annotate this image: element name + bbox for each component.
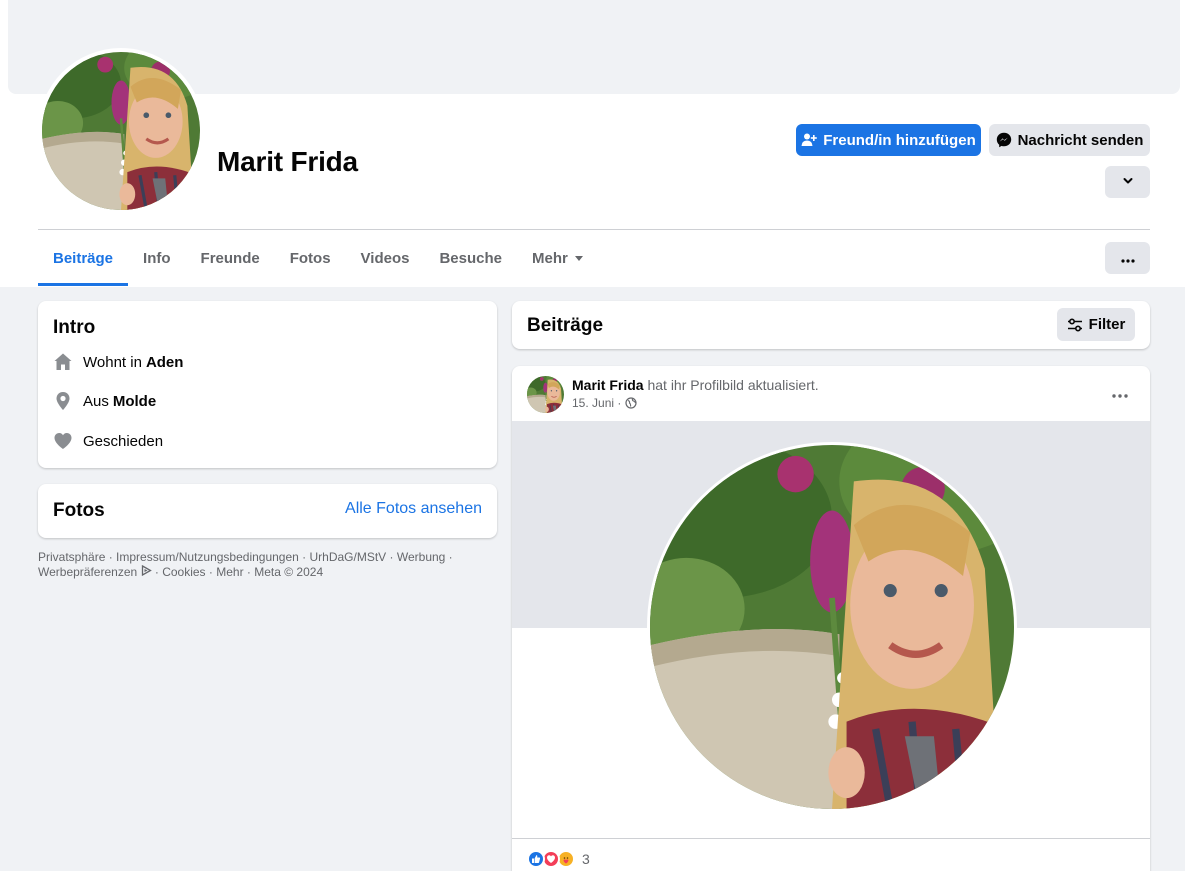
caret-down-icon [574, 255, 583, 261]
post-header-text: Marit Frida hat ihr Profilbild aktualisi… [572, 377, 819, 393]
add-friend-icon [801, 132, 818, 148]
profile-options-dropdown[interactable] [1105, 166, 1150, 198]
tab-info[interactable]: Info [128, 230, 186, 286]
see-all-photos-link[interactable]: Alle Fotos ansehen [345, 500, 482, 518]
intro-lives-in-value[interactable]: Aden [146, 354, 184, 371]
filter-label: Filter [1088, 316, 1126, 333]
post-options-button[interactable] [1106, 380, 1134, 408]
intro-from-value[interactable]: Molde [113, 393, 156, 410]
intro-title: Intro [53, 317, 96, 338]
tab-friends[interactable]: Freunde [186, 230, 275, 286]
profile-picture[interactable] [38, 48, 204, 214]
page-footer: Privatsphäre · Impressum/Nutzungsbedingu… [38, 550, 453, 579]
like-reaction-icon [527, 850, 545, 868]
filter-sliders-icon [1067, 317, 1083, 333]
post-reactions[interactable]: 3 [527, 850, 590, 868]
tab-more[interactable]: Mehr [517, 230, 598, 286]
home-icon [53, 352, 73, 372]
post-date[interactable]: 15. Juni [572, 396, 614, 410]
footer-link-ads[interactable]: Werbung [397, 550, 445, 564]
intro-lives-in-prefix: Wohnt in [83, 353, 142, 371]
more-dots-icon [1120, 250, 1135, 267]
location-pin-icon [53, 391, 73, 411]
heart-icon [53, 431, 73, 451]
intro-card: Intro Wohnt in Aden Aus Molde Geschieden [38, 301, 497, 468]
tab-photos[interactable]: Fotos [275, 230, 346, 286]
posts-title: Beiträge [527, 315, 604, 336]
post-author-name[interactable]: Marit Frida [572, 377, 644, 393]
footer-link-ad-choices[interactable]: Werbepräferenzen [38, 565, 137, 579]
post-author-avatar[interactable] [527, 376, 564, 413]
profile-header: Marit Frida Freund/in hinzufügen Nachric… [0, 0, 1185, 287]
footer-copyright: Meta © 2024 [254, 565, 324, 579]
photos-card: Fotos Alle Fotos ansehen [38, 484, 497, 538]
footer-link-urhdag[interactable]: UrhDaG/MStV [310, 550, 387, 564]
footer-link-imprint[interactable]: Impressum/Nutzungsbedingungen [116, 550, 299, 564]
post-profile-picture [647, 442, 1017, 812]
footer-link-more[interactable]: Mehr [216, 565, 243, 579]
intro-relationship: Geschieden [53, 431, 163, 451]
footer-link-cookies[interactable]: Cookies [162, 565, 205, 579]
ad-choices-icon [141, 564, 152, 579]
chevron-down-icon [1122, 174, 1134, 191]
more-dots-icon [1112, 385, 1128, 403]
post-meta: 15. Juni · [572, 396, 637, 410]
reaction-count[interactable]: 3 [582, 851, 590, 867]
tab-posts[interactable]: Beiträge [38, 230, 129, 286]
footer-link-privacy[interactable]: Privatsphäre [38, 550, 105, 564]
posts-header-card: Beiträge Filter [512, 301, 1150, 349]
globe-icon [625, 397, 637, 409]
tab-check-ins[interactable]: Besuche [424, 230, 517, 286]
intro-relationship-text: Geschieden [83, 432, 164, 450]
intro-from-prefix: Aus [83, 392, 109, 410]
profile-tabs: Beiträge Info Freunde Fotos Videos Besuc… [38, 230, 598, 286]
photos-title: Fotos [53, 500, 105, 521]
post-action-text: hat ihr Profilbild aktualisiert. [647, 377, 819, 393]
intro-from: Aus Molde [53, 391, 156, 411]
add-friend-button[interactable]: Freund/in hinzufügen [796, 124, 981, 156]
intro-lives-in: Wohnt in Aden [53, 352, 183, 372]
profile-name: Marit Frida [217, 146, 358, 177]
tab-videos[interactable]: Videos [346, 230, 425, 286]
messenger-icon [996, 132, 1012, 148]
send-message-button[interactable]: Nachricht senden [989, 124, 1150, 156]
more-options-button[interactable] [1105, 242, 1150, 274]
post-photo[interactable] [512, 421, 1150, 839]
add-friend-label: Freund/in hinzufügen [823, 131, 976, 149]
post-card: Marit Frida hat ihr Profilbild aktualisi… [512, 366, 1150, 871]
filter-button[interactable]: Filter [1057, 308, 1135, 341]
send-message-label: Nachricht senden [1017, 131, 1144, 149]
